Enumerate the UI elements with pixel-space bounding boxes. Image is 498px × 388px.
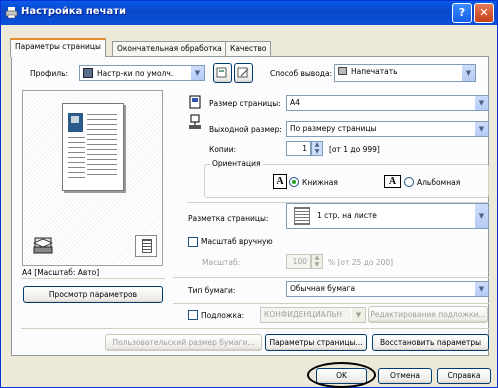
preview-page	[62, 103, 124, 191]
cancel-button[interactable]: Отмена	[378, 368, 432, 384]
view-settings-button[interactable]: Просмотр параметров	[23, 286, 163, 303]
chevron-down-icon: ▼	[190, 66, 204, 80]
tab-quality[interactable]: Качество	[225, 41, 272, 56]
layout-preview-lines	[142, 239, 152, 253]
printer-icon	[5, 7, 18, 19]
page-layout-label: Разметка страницы:	[188, 214, 269, 223]
help-button[interactable]: Справка	[437, 368, 491, 384]
output-size-select[interactable]: По размеру страницы ▼	[286, 121, 489, 137]
chevron-down-icon: ▼	[474, 96, 488, 110]
restore-defaults-button[interactable]: Восстановить параметры	[372, 334, 489, 351]
watermark-label: Подложка:	[201, 311, 245, 320]
manual-scale-checkbox[interactable]	[188, 237, 198, 247]
preview-area	[22, 90, 163, 266]
output-size-label: Выходной размер:	[209, 125, 282, 134]
copies-spinner[interactable]: ▲ ▼	[311, 141, 323, 156]
chevron-down-icon: ▼	[461, 65, 475, 81]
output-size-value: По размеру страницы	[290, 124, 377, 133]
tab-page-setup[interactable]: Параметры страницы	[10, 38, 106, 57]
output-method-value: Напечатать	[351, 67, 398, 76]
landscape-radio[interactable]	[404, 177, 414, 187]
scale-label: Масштаб:	[202, 258, 241, 267]
page-layout-icon	[294, 207, 310, 225]
paper-type-label: Тип бумаги:	[188, 286, 236, 295]
landscape-label: Альбомная	[417, 178, 461, 187]
output-method-label: Способ вывода:	[270, 69, 333, 78]
portrait-radio[interactable]	[289, 177, 299, 187]
separator-3	[173, 303, 489, 304]
watermark-value: КОНФИДЕНЦИАЛЬН	[264, 310, 343, 319]
page-layout-select[interactable]: 1 стр. на листе ▼	[286, 203, 489, 229]
paper-type-value: Обычная бумага	[290, 284, 356, 293]
preview-text-lines-left	[68, 137, 85, 179]
preview-image-block	[68, 113, 83, 132]
page-size-value: A4	[290, 98, 300, 107]
manual-scale-label: Масштаб вручную	[201, 237, 273, 246]
page-settings-button[interactable]: Параметры страницы...	[265, 334, 367, 351]
output-method-select[interactable]: Напечатать ▼	[334, 64, 476, 82]
tab-finishing[interactable]: Окончательная обработка	[112, 41, 227, 56]
watermark-select[interactable]: КОНФИДЕНЦИАЛЬН ▼	[260, 307, 366, 323]
chevron-down-icon: ▼	[474, 122, 488, 136]
chevron-down-icon: ▼	[351, 308, 365, 322]
scale-range: % [от 25 до 200]	[328, 258, 394, 267]
printer-stack-icon	[33, 237, 53, 254]
profile-label: Профиль:	[30, 69, 69, 78]
portrait-label: Книжная	[302, 178, 338, 187]
copies-range: [от 1 до 999]	[329, 145, 380, 154]
profile-edit-button[interactable]	[234, 63, 253, 83]
scale-spinner[interactable]: ▲ ▼	[311, 254, 323, 269]
edit-watermark-button[interactable]: Редактирование подложки...	[368, 306, 488, 323]
close-button[interactable]: ✕	[474, 3, 494, 23]
layout-preview-icon	[135, 235, 157, 257]
preview-image-inner	[71, 116, 79, 123]
page-size-select[interactable]: A4 ▼	[286, 95, 489, 111]
printer-small-icon	[338, 67, 347, 75]
landscape-icon: A	[384, 175, 401, 188]
watermark-checkbox[interactable]	[188, 310, 198, 320]
separator-2	[173, 277, 489, 278]
copies-label: Копии:	[209, 145, 237, 154]
separator-4	[21, 328, 489, 329]
preview-text-lines	[87, 114, 117, 179]
window-title: Настройка печати	[21, 6, 126, 17]
help-title-button[interactable]: ?	[452, 3, 472, 23]
chevron-down-icon: ▼	[474, 282, 488, 296]
ok-highlight-ellipse	[307, 362, 376, 388]
preview-separator	[21, 278, 165, 279]
custom-paper-size-button[interactable]: Пользовательский размер бумаги...	[105, 334, 262, 351]
page-layout-value: 1 стр. на листе	[317, 211, 377, 220]
print-settings-window: Настройка печати ? ✕ Параметры страницы …	[0, 0, 498, 388]
profile-icon	[83, 68, 93, 78]
portrait-icon: A	[273, 174, 287, 189]
profile-value: Настр-ки по умолч.	[97, 69, 174, 78]
scale-input[interactable]: 100	[286, 254, 311, 269]
page-size-icon	[189, 95, 201, 109]
profile-edit-icon	[237, 67, 249, 78]
paper-type-select[interactable]: Обычная бумага ▼	[286, 281, 489, 297]
copies-input[interactable]: 1	[286, 141, 311, 156]
title-bar: Настройка печати ? ✕	[1, 1, 497, 25]
preview-caption: A4 [Масштаб: Авто]	[22, 268, 100, 277]
profile-select[interactable]: Настр-ки по умолч. ▼	[79, 65, 205, 81]
output-size-icon	[189, 114, 201, 129]
page-size-label: Размер страницы:	[209, 99, 281, 108]
orientation-label: Ориентация	[210, 159, 263, 168]
profile-add-icon	[216, 67, 227, 78]
chevron-down-icon: ▼	[474, 204, 488, 228]
profile-add-button[interactable]	[213, 63, 232, 83]
